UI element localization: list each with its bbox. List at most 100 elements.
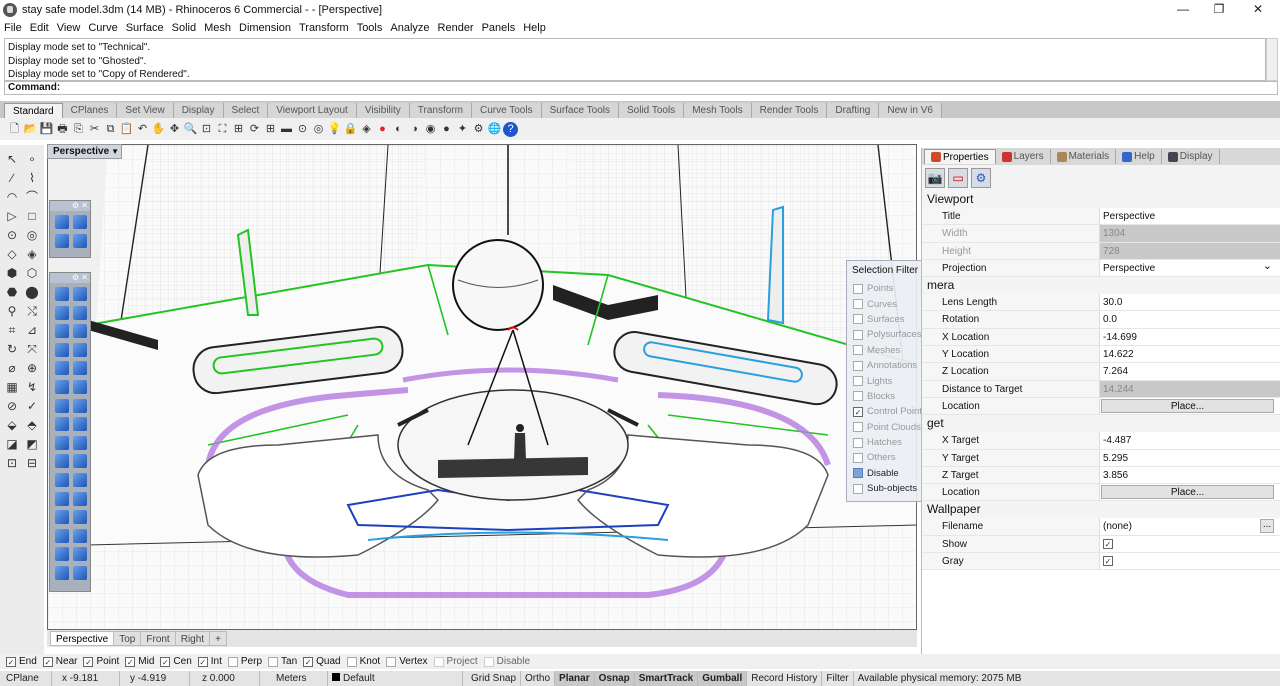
osnap-checkbox[interactable]: ✓ <box>83 656 94 667</box>
prop-value-y-location[interactable]: 14.622 <box>1100 346 1280 362</box>
prop-value-x-location[interactable]: -14.699 <box>1100 329 1280 345</box>
flash-icon[interactable]: ✦ <box>455 122 470 137</box>
command-line[interactable]: Command: <box>4 81 1278 95</box>
flyout-tool-button[interactable] <box>55 215 69 229</box>
prop-value-z-location[interactable]: 7.264 <box>1100 363 1280 379</box>
viewport-title-menu[interactable]: Perspective ▼ <box>47 144 122 159</box>
move-icon[interactable]: ✥ <box>167 122 182 137</box>
osnap-vertex[interactable]: Vertex <box>386 656 428 667</box>
tab-select[interactable]: Select <box>223 103 269 118</box>
smarttrack-toggle[interactable]: SmartTrack <box>634 671 699 686</box>
menu-file[interactable]: File <box>0 22 26 34</box>
target-place-button[interactable]: Place... <box>1101 485 1274 500</box>
tool-button[interactable]: ✓ <box>24 398 40 414</box>
panel-tab-materials[interactable]: Materials <box>1051 149 1117 164</box>
tool-button[interactable]: ◠ <box>4 189 20 205</box>
tool-button[interactable]: ⊕ <box>24 360 40 376</box>
viewport-tab-perspective[interactable]: Perspective <box>50 631 115 646</box>
menu-render[interactable]: Render <box>434 22 478 34</box>
tool-button[interactable]: ⌇ <box>24 170 40 186</box>
filter-checkbox[interactable] <box>853 422 863 433</box>
tab-surface-tools[interactable]: Surface Tools <box>541 103 619 118</box>
tab-solid-tools[interactable]: Solid Tools <box>619 103 685 118</box>
panel-tab-properties[interactable]: Properties <box>924 149 996 164</box>
osnap-checkbox[interactable]: ✓ <box>160 656 171 667</box>
tool-button[interactable]: ◇ <box>4 246 20 262</box>
tool-button[interactable]: ∘ <box>24 151 40 167</box>
menu-tools[interactable]: Tools <box>353 22 387 34</box>
flyout-tool-button[interactable] <box>55 566 69 580</box>
tool-button[interactable]: ↻ <box>4 341 20 357</box>
tool-button[interactable]: ⤧ <box>24 341 40 357</box>
menu-surface[interactable]: Surface <box>122 22 168 34</box>
filter-checkbox[interactable] <box>853 391 863 402</box>
import-icon[interactable]: ⎘ <box>71 122 86 137</box>
render-settings-icon[interactable]: ⚙ <box>971 168 991 188</box>
filter-checkbox[interactable]: ✓ <box>853 406 863 417</box>
grid-snap-toggle[interactable]: Grid Snap <box>463 671 522 686</box>
osnap-disable[interactable]: Disable <box>483 656 530 667</box>
flyout-header[interactable]: ⚙ ✕ <box>50 201 90 211</box>
osnap-tan[interactable]: Tan <box>268 656 297 667</box>
flyout-tool-button[interactable] <box>55 417 69 432</box>
tool-button[interactable]: ⬢ <box>4 265 20 281</box>
copy-icon[interactable]: ⧉ <box>103 122 118 137</box>
menu-mesh[interactable]: Mesh <box>200 22 235 34</box>
shade-icon[interactable]: ◐ <box>391 122 406 137</box>
viewport-tab-right[interactable]: Right <box>174 631 211 646</box>
panel-tab-help[interactable]: Help <box>1116 149 1162 164</box>
flyout-tool-button[interactable] <box>55 398 69 413</box>
tool-button[interactable]: ◈ <box>24 246 40 262</box>
osnap-near[interactable]: ✓ Near <box>42 656 77 667</box>
layer-icon[interactable]: ◈ <box>359 122 374 137</box>
flyout-tool-button[interactable] <box>73 566 87 580</box>
flyout-tool-button[interactable] <box>55 491 69 506</box>
filter-checkbox[interactable] <box>853 437 863 448</box>
prop-value-z-target[interactable]: 3.856 <box>1100 467 1280 483</box>
osnap-checkbox[interactable] <box>268 656 279 667</box>
zoom-window-icon[interactable]: ⊡ <box>199 122 214 137</box>
hide-icon[interactable]: ◎ <box>311 122 326 137</box>
tool-button[interactable]: ⊙ <box>4 227 20 243</box>
menu-curve[interactable]: Curve <box>84 22 121 34</box>
gray-checkbox[interactable]: ✓ <box>1103 556 1113 567</box>
light-icon[interactable]: 💡 <box>327 122 342 137</box>
minimize-button[interactable]: — <box>1165 0 1201 20</box>
filter-checkbox[interactable] <box>853 452 863 463</box>
cut-icon[interactable]: ✂ <box>87 122 102 137</box>
osnap-knot[interactable]: Knot <box>346 656 380 667</box>
menu-transform[interactable]: Transform <box>295 22 353 34</box>
options-icon[interactable]: ⚙ <box>471 122 486 137</box>
tool-button[interactable]: ◪ <box>4 436 20 452</box>
flyout-tool-button[interactable] <box>55 510 69 525</box>
flyout-tool-button[interactable] <box>73 287 87 301</box>
camera-place-button[interactable]: Place... <box>1101 398 1274 414</box>
osnap-checkbox[interactable]: ✓ <box>125 656 136 667</box>
paste-icon[interactable]: 📋 <box>119 122 134 137</box>
tool-button[interactable]: ▷ <box>4 208 20 224</box>
flyout-tool-button[interactable] <box>55 380 69 394</box>
osnap-checkbox[interactable] <box>227 656 238 667</box>
flyout-tool-button[interactable] <box>73 380 87 394</box>
open-icon[interactable]: 📂 <box>23 122 38 137</box>
menu-edit[interactable]: Edit <box>26 22 53 34</box>
flyout-tool-button[interactable] <box>73 510 87 525</box>
osnap-checkbox[interactable] <box>433 656 444 667</box>
flyout-tool-button[interactable] <box>73 398 87 413</box>
tool-button[interactable]: ⬘ <box>24 417 40 433</box>
osnap-checkbox[interactable]: ✓ <box>6 656 16 667</box>
filter-checkbox[interactable] <box>853 283 863 294</box>
menu-solid[interactable]: Solid <box>168 22 200 34</box>
zoom-icon[interactable]: 🔍 <box>183 122 198 137</box>
panel-tab-display[interactable]: Display <box>1162 149 1220 164</box>
tool-button[interactable]: ⬡ <box>24 265 40 281</box>
perspective-viewport[interactable] <box>47 144 917 630</box>
pan-icon[interactable]: ✋ <box>151 122 166 137</box>
flyout-tool-button[interactable] <box>73 454 87 469</box>
help-icon[interactable]: ? <box>503 121 518 137</box>
viewport-page-icon[interactable]: ▭ <box>948 168 968 188</box>
sel-icon[interactable]: ⊙ <box>295 122 310 137</box>
tool-button[interactable]: ⌒ <box>24 189 40 205</box>
filter-toggle[interactable]: Filter <box>822 671 854 686</box>
render-icon[interactable]: ◑ <box>407 122 422 137</box>
